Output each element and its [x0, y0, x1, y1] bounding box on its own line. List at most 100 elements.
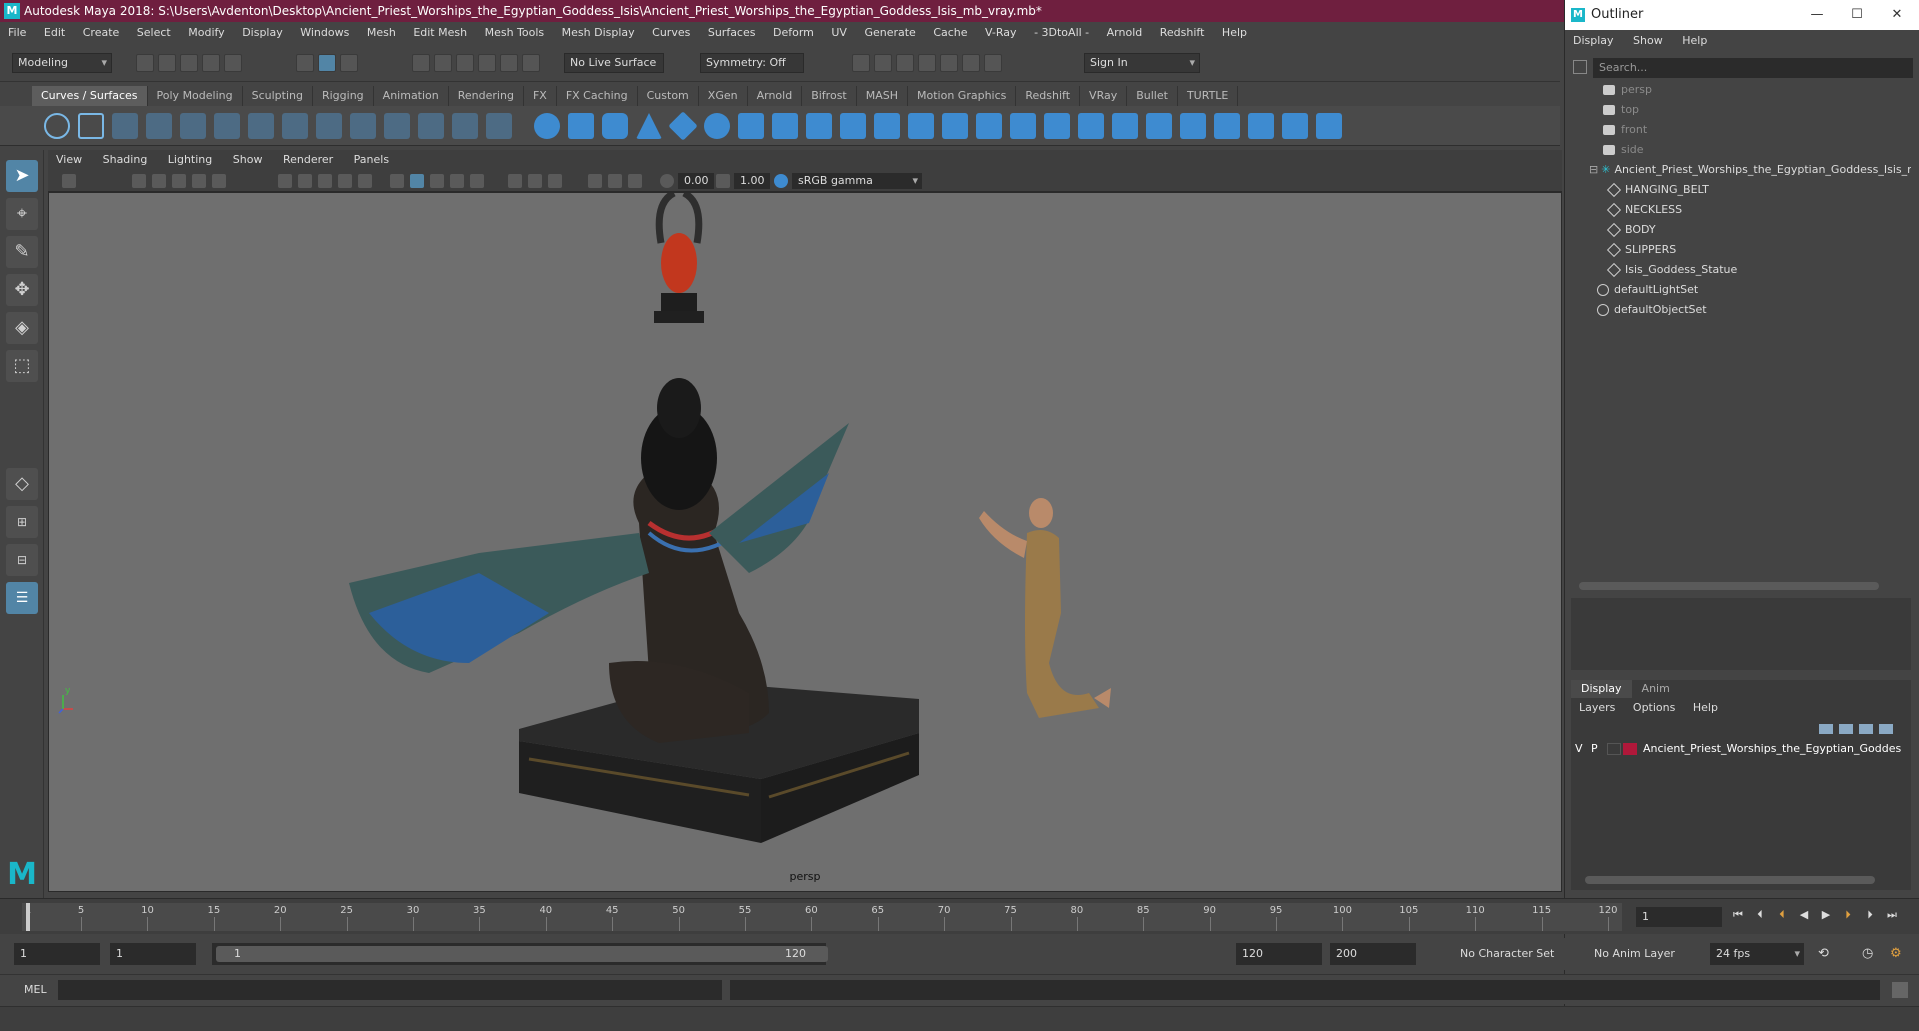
filter-icon[interactable]	[1573, 60, 1587, 74]
image-plane-icon[interactable]	[172, 174, 186, 188]
shelf-tab-curves-surfaces[interactable]: Curves / Surfaces	[32, 86, 148, 106]
outliner-layout-icon[interactable]: ☰	[6, 582, 38, 614]
pencil-curve-icon[interactable]	[180, 113, 206, 139]
grid-toggle-icon[interactable]	[278, 174, 292, 188]
menu-modify[interactable]: Modify	[188, 26, 224, 39]
outliner-item-persp[interactable]: persp	[1603, 80, 1652, 100]
select-component-icon[interactable]	[340, 54, 358, 72]
gate-mask-icon[interactable]	[338, 174, 352, 188]
outliner-search-input[interactable]: Search...	[1593, 58, 1913, 78]
layer-type-toggle[interactable]	[1607, 743, 1621, 755]
surface-intersect-icon[interactable]	[1010, 113, 1036, 139]
camera-select-icon[interactable]	[62, 174, 76, 188]
snap-grid-icon[interactable]	[412, 54, 430, 72]
detach-curve-icon[interactable]	[418, 113, 444, 139]
sign-in-dropdown[interactable]: Sign In ▾	[1084, 53, 1200, 73]
vp-menu-shading[interactable]: Shading	[103, 153, 148, 166]
fillet-curve-icon[interactable]	[350, 113, 376, 139]
shelf-tab-fx[interactable]: FX	[524, 86, 557, 106]
planar-icon[interactable]	[806, 113, 832, 139]
menu-3dtoall[interactable]: - 3DtoAll -	[1034, 26, 1089, 39]
xray-icon[interactable]	[608, 174, 622, 188]
shelf-tab-fx-caching[interactable]: FX Caching	[557, 86, 638, 106]
new-scene-icon[interactable]	[136, 54, 154, 72]
layer-playback-toggle[interactable]: P	[1591, 740, 1607, 758]
layer-row[interactable]: V P Ancient_Priest_Worships_the_Egyptian_G…	[1575, 740, 1905, 758]
menu-edit[interactable]: Edit	[44, 26, 65, 39]
menu-mesh-display[interactable]: Mesh Display	[562, 26, 635, 39]
film-gate-icon[interactable]	[298, 174, 312, 188]
save-scene-icon[interactable]	[180, 54, 198, 72]
two-d-pan-zoom-icon[interactable]	[192, 174, 206, 188]
outliner-menu-help[interactable]: Help	[1682, 34, 1707, 47]
range-slider[interactable]: 1 120	[212, 943, 828, 965]
paint-select-tool-icon[interactable]: ✎	[6, 236, 38, 268]
render-settings-icon[interactable]	[896, 54, 914, 72]
anim-preferences-icon[interactable]: ⚙	[1890, 946, 1906, 962]
detach-surface-icon[interactable]	[1146, 113, 1172, 139]
menu-uv[interactable]: UV	[831, 26, 847, 39]
shelf-tab-bullet[interactable]: Bullet	[1127, 86, 1178, 106]
color-management-icon[interactable]	[774, 174, 788, 188]
snap-point-icon[interactable]	[456, 54, 474, 72]
playback-end-field[interactable]: 120	[1236, 943, 1322, 965]
insert-isoparm-icon[interactable]	[1214, 113, 1240, 139]
arc-curve-icon[interactable]	[214, 113, 240, 139]
bevel-icon[interactable]	[976, 113, 1002, 139]
menu-select[interactable]: Select	[137, 26, 171, 39]
nurbs-torus-icon[interactable]	[704, 113, 730, 139]
menu-edit-mesh[interactable]: Edit Mesh	[413, 26, 467, 39]
curve-intersect-icon[interactable]	[282, 113, 308, 139]
animation-end-field[interactable]: 200	[1330, 943, 1416, 965]
play-forwards-icon[interactable]: ▶	[1818, 907, 1834, 923]
layer-tab-anim[interactable]: Anim	[1632, 680, 1680, 698]
outliner-item-default-object-set[interactable]: defaultObjectSet	[1597, 300, 1707, 320]
vray-render-icon[interactable]	[962, 54, 980, 72]
wireframe-icon[interactable]	[390, 174, 404, 188]
snap-view-icon[interactable]	[478, 54, 496, 72]
auto-key-icon[interactable]: ◷	[1862, 946, 1878, 962]
nurbs-plane-icon[interactable]	[668, 111, 698, 141]
vp-menu-panels[interactable]: Panels	[354, 153, 389, 166]
menu-generate[interactable]: Generate	[864, 26, 915, 39]
grease-pencil-icon[interactable]	[212, 174, 226, 188]
outliner-item-body[interactable]: BODY	[1606, 220, 1656, 240]
minimize-icon[interactable]: —	[1797, 0, 1837, 30]
colorspace-dropdown[interactable]: sRGB gamma ▾	[792, 173, 922, 189]
exposure-icon[interactable]	[660, 174, 674, 188]
go-to-end-icon[interactable]: ⏭	[1884, 907, 1900, 923]
outliner-item-default-light-set[interactable]: defaultLightSet	[1597, 280, 1698, 300]
wireframe-on-shaded-icon[interactable]	[430, 174, 444, 188]
character-set-dropdown[interactable]: No Character Set	[1454, 943, 1564, 965]
hypershade-icon[interactable]	[918, 54, 936, 72]
snap-surface-icon[interactable]	[500, 54, 518, 72]
sculpt-surface-icon[interactable]	[1282, 113, 1308, 139]
menu-surfaces[interactable]: Surfaces	[708, 26, 756, 39]
menu-create[interactable]: Create	[83, 26, 120, 39]
anti-aliasing-icon[interactable]	[548, 174, 562, 188]
vray-pause-icon[interactable]	[984, 54, 1002, 72]
live-surface-field[interactable]: No Live Surface	[564, 53, 664, 73]
shelf-tab-poly-modeling[interactable]: Poly Modeling	[148, 86, 243, 106]
select-hierarchy-icon[interactable]	[296, 54, 314, 72]
isolate-select-icon[interactable]	[588, 174, 602, 188]
layer-menu-options[interactable]: Options	[1633, 701, 1675, 714]
shelf-tab-redshift[interactable]: Redshift	[1016, 86, 1081, 106]
shelf-tab-turtle[interactable]: TURTLE	[1178, 86, 1239, 106]
step-forward-key-icon[interactable]: ⏵	[1840, 907, 1856, 923]
snap-curve-icon[interactable]	[434, 54, 452, 72]
outliner-item-front[interactable]: front	[1603, 120, 1647, 140]
current-frame-field[interactable]: 1	[1636, 907, 1722, 927]
play-backwards-icon[interactable]: ◀	[1796, 907, 1812, 923]
new-layer-icon[interactable]	[1859, 724, 1873, 734]
shelf-tab-animation[interactable]: Animation	[374, 86, 449, 106]
command-input[interactable]	[58, 980, 722, 1000]
shelf-tab-custom[interactable]: Custom	[638, 86, 699, 106]
rebuild-surface-icon[interactable]	[1248, 113, 1274, 139]
persp-outliner-layout-icon[interactable]: ⊟	[6, 544, 38, 576]
outliner-item-slippers[interactable]: SLIPPERS	[1606, 240, 1676, 260]
shelf-tab-rendering[interactable]: Rendering	[449, 86, 524, 106]
shelf-tab-sculpting[interactable]: Sculpting	[243, 86, 313, 106]
close-icon[interactable]: ✕	[1877, 0, 1917, 30]
range-slider-handle[interactable]: 1 120	[216, 946, 828, 962]
